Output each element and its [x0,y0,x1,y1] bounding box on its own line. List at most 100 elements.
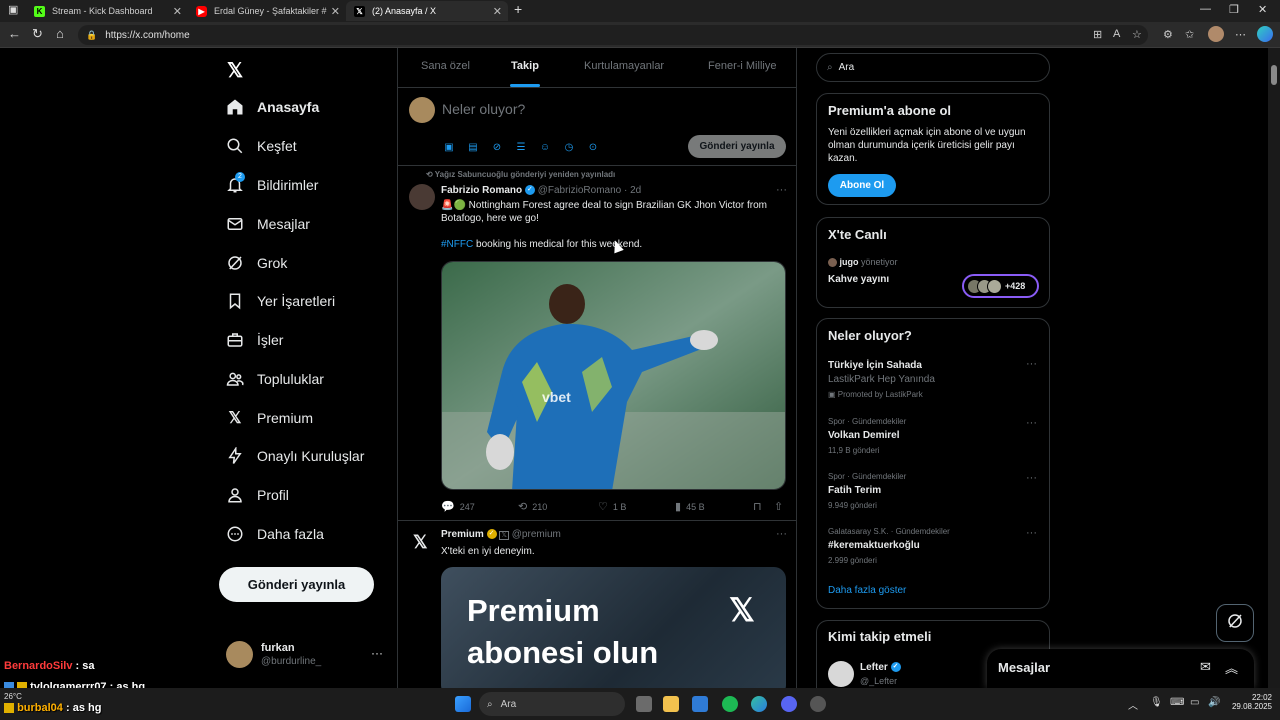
space-title[interactable]: Kahve yayını [828,274,889,285]
app-icon[interactable] [810,696,826,712]
hashtag-link[interactable]: #NFFC [441,239,473,250]
bookmark-button[interactable]: ⊓ [753,500,767,513]
close-window-icon[interactable]: ✕ [1258,3,1267,16]
favorite-icon[interactable]: ☆ [1132,28,1142,41]
nav-more[interactable]: Daha fazla [226,521,324,547]
maximize-icon[interactable]: ❐ [1229,3,1239,16]
image-icon[interactable]: ▣ [443,141,455,153]
post-button[interactable]: Gönderi yayınla [219,567,374,602]
compose-input[interactable]: Neler oluyor? [442,101,525,117]
profile-avatar[interactable] [1208,26,1224,42]
emoji-icon[interactable]: ☺ [539,141,551,153]
home-icon[interactable]: ⌂ [56,26,64,41]
close-icon[interactable]: ✕ [331,5,340,18]
more-icon[interactable]: ··· [776,528,787,540]
trend-item[interactable]: Spor · Gündemdekiler Volkan Demirel 11,9… [817,417,1049,462]
x-logo-icon[interactable]: 𝕏 [227,58,243,83]
back-icon[interactable]: ← [8,26,21,41]
messages-drawer[interactable]: Mesajlar ✉ ︽ [987,649,1254,688]
compose-post-button[interactable]: Gönderi yayınla [688,135,786,158]
network-icon[interactable]: ▭ [1190,697,1199,708]
store-icon[interactable] [692,696,708,712]
reply-button[interactable]: 💬 247 [441,500,475,513]
read-aloud-icon[interactable]: A [1113,28,1120,40]
nav-jobs[interactable]: İşler [226,327,283,353]
weather-widget[interactable]: 26°C [4,692,22,701]
favorites-icon[interactable]: ✩ [1185,28,1194,41]
taskbar-search[interactable]: ⌕ Ara [479,692,625,716]
scrollbar-thumb[interactable] [1271,65,1277,85]
nav-profile[interactable]: Profil [226,482,289,508]
more-icon[interactable]: ··· [371,646,383,660]
close-icon[interactable]: ✕ [493,5,502,18]
author-handle[interactable]: @FabrizioRomano [538,185,622,196]
file-explorer-icon[interactable] [663,696,679,712]
copilot-icon[interactable] [1257,26,1273,42]
tab-for-you[interactable]: Sana özel [421,60,470,72]
trend-item[interactable]: Galatasaray S.K. · Gündemdekiler #kerema… [817,527,1049,572]
more-icon[interactable]: ··· [1026,417,1037,429]
views-button[interactable]: ▮ 45 B [675,500,705,513]
tweet-time[interactable]: · 2d [624,185,641,196]
close-icon[interactable]: ✕ [173,5,182,18]
nav-communities[interactable]: Topluluklar [226,366,324,392]
nav-premium[interactable]: 𝕏 Premium [226,405,313,431]
nav-verified-orgs[interactable]: Onaylı Kuruluşlar [226,443,364,469]
reload-icon[interactable]: ↻ [32,26,43,42]
avatar[interactable] [409,184,435,210]
author-handle[interactable]: @premium [512,529,561,540]
more-icon[interactable]: ··· [1026,527,1037,539]
more-icon[interactable]: ··· [776,184,787,196]
nav-messages[interactable]: Mesajlar [226,211,310,237]
nav-grok[interactable]: Grok [226,250,287,276]
show-more-link[interactable]: Daha fazla göster [828,585,906,596]
tab-following[interactable]: Takip [511,60,539,72]
tab-kick[interactable]: K Stream - Kick Dashboard ✕ [26,1,188,21]
nav-bookmarks[interactable]: Yer İşaretleri [226,288,335,314]
tab-x[interactable]: 𝕏 (2) Anasayfa / X ✕ [346,1,508,21]
spotify-icon[interactable] [722,696,738,712]
nav-explore[interactable]: Keşfet [226,133,297,159]
subscribe-button[interactable]: Abone Ol [828,174,896,197]
volume-icon[interactable]: 🔊 [1208,697,1220,708]
tray-chevron-icon[interactable]: ︿ [1128,697,1138,712]
discord-icon[interactable] [781,696,797,712]
schedule-icon[interactable]: ◷ [563,141,575,153]
apps-icon[interactable]: ⊞ [1093,28,1102,41]
more-icon[interactable]: ⋯ [1235,28,1246,41]
author-name[interactable]: Fabrizio Romano [441,185,522,196]
nav-notifications[interactable]: 2 Bildirimler [226,172,318,198]
search-input[interactable]: ⌕ Ara [816,53,1050,82]
start-icon[interactable] [455,696,471,712]
expand-icon[interactable]: ︽ [1225,658,1238,677]
poll-icon[interactable]: ☰ [515,141,527,153]
x-icon[interactable]: 𝕏 [413,532,428,553]
tab-youtube[interactable]: ▶ Erdal Güney - Şafaktakiler # ✕ [188,1,346,21]
like-button[interactable]: ♡ 1 B [598,500,626,513]
repost-button[interactable]: ⟲ 210 [518,500,547,513]
clock[interactable]: 22:02 29.08.2025 [1232,693,1272,711]
more-icon[interactable]: ··· [1026,472,1037,484]
tweet-image[interactable]: vbet [441,261,786,490]
nav-home[interactable]: Anasayfa [226,94,319,120]
task-view-icon[interactable] [636,696,652,712]
new-message-icon[interactable]: ✉ [1200,659,1211,675]
page-scrollbar[interactable] [1268,48,1280,688]
tab-fener-i-milliye[interactable]: Fener-i Milliye [708,60,776,72]
share-button[interactable]: ⇧ [774,500,788,513]
avatar[interactable] [828,661,854,687]
more-icon[interactable]: ··· [1026,358,1037,370]
edge-icon[interactable] [751,696,767,712]
trend-item[interactable]: Spor · Gündemdekiler Fatih Terim 9.949 g… [817,472,1049,517]
extensions-icon[interactable]: ⚙ [1163,28,1173,41]
account-switcher[interactable]: furkan @burdurline_ ··· [226,641,396,673]
tab-kurtulamayanlar[interactable]: Kurtulamayanlar [584,60,664,72]
premium-banner[interactable]: Premium abonesi olun 𝕏 [441,567,786,688]
author-name[interactable]: Premium [441,529,484,540]
url-bar[interactable]: 🔒 https://x.com/home [78,25,1148,45]
grok-icon[interactable]: ⊘ [491,141,503,153]
grok-button[interactable] [1216,604,1254,642]
follow-suggestion-name[interactable]: Lefter ✓ [860,662,901,673]
space-listeners[interactable]: +428 [962,274,1039,298]
new-tab-icon[interactable]: + [514,1,522,17]
